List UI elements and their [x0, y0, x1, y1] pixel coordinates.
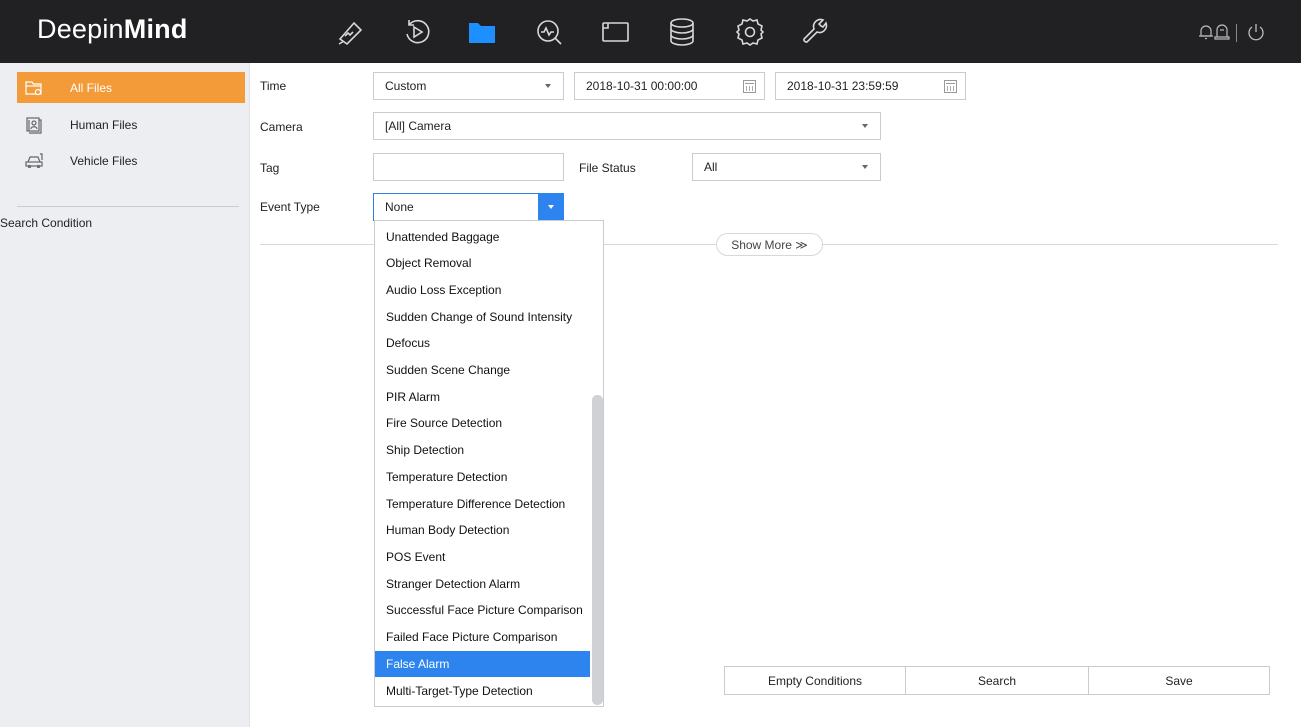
human-files-icon — [25, 116, 43, 134]
time-mode-select[interactable]: Custom — [373, 72, 564, 100]
event-type-value: None — [385, 200, 414, 214]
search-button[interactable]: Search — [905, 666, 1089, 695]
section-divider — [260, 244, 374, 245]
tag-input[interactable] — [373, 153, 564, 181]
file-status-label: File Status — [579, 161, 636, 175]
vehicle-files-icon — [25, 152, 43, 170]
save-button[interactable]: Save — [1088, 666, 1270, 695]
event-type-label: Event Type — [260, 200, 320, 214]
dropdown-option[interactable]: Unattended Baggage — [375, 224, 590, 250]
video-wall-icon[interactable] — [595, 12, 635, 52]
sidebar-divider — [17, 206, 239, 207]
dropdown-option[interactable]: Successful Face Picture Comparison — [375, 597, 590, 623]
end-time-field[interactable]: 2018-10-31 23:59:59 — [775, 72, 966, 100]
camera-value: [All] Camera — [385, 119, 452, 133]
playback-icon[interactable] — [397, 12, 437, 52]
chevron-down-icon — [862, 165, 868, 169]
event-type-dropdown: Unattended Baggage Object Removal Audio … — [374, 220, 604, 707]
chevron-down-icon — [545, 84, 551, 88]
section-divider — [604, 244, 1278, 245]
dropdown-toggle-button[interactable] — [538, 193, 564, 221]
dropdown-scrollbar[interactable] — [592, 395, 603, 705]
dropdown-option[interactable]: Audio Loss Exception — [375, 277, 590, 303]
maintenance-icon[interactable] — [795, 12, 835, 52]
dropdown-option[interactable]: Defocus — [375, 330, 590, 356]
settings-icon[interactable] — [730, 12, 770, 52]
sidebar-item-label: Vehicle Files — [70, 153, 138, 168]
file-status-value: All — [704, 160, 718, 174]
start-time-value: 2018-10-31 00:00:00 — [586, 79, 698, 93]
calendar-icon[interactable] — [743, 80, 756, 93]
search-condition-label: Search Condition — [0, 216, 93, 230]
tag-label: Tag — [260, 161, 280, 175]
power-icon[interactable] — [1246, 22, 1266, 42]
sidebar-item-label: All Files — [70, 80, 113, 95]
time-label: Time — [260, 79, 287, 93]
dropdown-option[interactable]: Failed Face Picture Comparison — [375, 624, 590, 650]
sidebar-item-all-files[interactable]: All Files — [17, 72, 245, 103]
camera-label: Camera — [260, 120, 303, 134]
sidebar: All Files Human Files Vehicle Files Sear… — [0, 63, 250, 727]
header-divider — [1236, 24, 1237, 42]
start-time-field[interactable]: 2018-10-31 00:00:00 — [574, 72, 765, 100]
smart-analysis-icon[interactable] — [529, 12, 569, 52]
file-status-select[interactable]: All — [692, 153, 881, 181]
top-bar: DeepinMind — [0, 0, 1301, 63]
sidebar-item-human-files[interactable]: Human Files — [17, 109, 245, 140]
folder-icon — [25, 79, 43, 97]
dropdown-option[interactable]: Human Body Detection — [375, 517, 590, 543]
dropdown-option[interactable]: Temperature Difference Detection — [375, 491, 590, 517]
dropdown-option[interactable]: PIR Alarm — [375, 384, 590, 410]
empty-conditions-button[interactable]: Empty Conditions — [724, 666, 906, 695]
dropdown-option[interactable]: Sudden Change of Sound Intensity — [375, 304, 590, 330]
dropdown-option[interactable]: Ship Detection — [375, 437, 590, 463]
dropdown-option[interactable]: Sudden Scene Change — [375, 357, 590, 383]
file-management-icon[interactable] — [462, 12, 502, 52]
storage-icon[interactable] — [662, 12, 702, 52]
end-time-value: 2018-10-31 23:59:59 — [787, 79, 899, 93]
show-more-button[interactable]: Show More ≫ — [716, 233, 823, 256]
sidebar-item-vehicle-files[interactable]: Vehicle Files — [17, 145, 245, 176]
time-mode-value: Custom — [385, 79, 427, 93]
dropdown-option[interactable]: Object Removal — [375, 250, 590, 276]
calendar-icon[interactable] — [944, 80, 957, 93]
camera-select[interactable]: [All] Camera — [373, 112, 881, 140]
dropdown-option-highlighted[interactable]: False Alarm — [375, 651, 590, 677]
live-view-icon[interactable] — [330, 12, 370, 52]
chevron-down-icon — [862, 124, 868, 128]
dropdown-option[interactable]: Fire Source Detection — [375, 410, 590, 436]
event-type-select[interactable]: None — [373, 193, 564, 221]
alarm-icon[interactable] — [1212, 22, 1232, 42]
dropdown-option[interactable]: POS Event — [375, 544, 590, 570]
dropdown-option[interactable]: Multi-Target-Type Detection — [375, 678, 590, 704]
dropdown-option[interactable]: Stranger Detection Alarm — [375, 571, 590, 597]
dropdown-option[interactable]: Temperature Detection — [375, 464, 590, 490]
sidebar-item-label: Human Files — [70, 117, 138, 132]
app-logo: DeepinMind — [37, 14, 188, 44]
